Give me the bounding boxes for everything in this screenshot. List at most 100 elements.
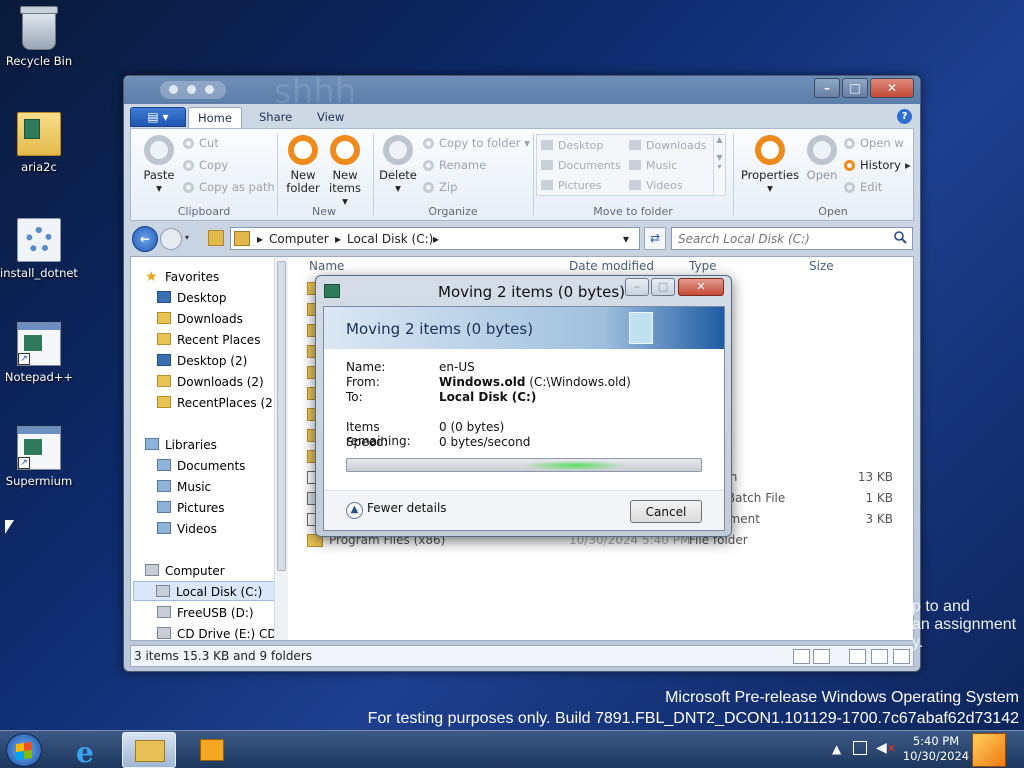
desktop-icon-notepadpp[interactable]: ↗ Notepad++ bbox=[0, 322, 78, 384]
zip-button[interactable]: Zip bbox=[423, 180, 457, 194]
volume-muted-icon[interactable]: ◀✕ bbox=[876, 740, 896, 756]
dialog-maximize-button[interactable]: □ bbox=[651, 278, 675, 296]
nav-computer-header[interactable]: Computer bbox=[145, 561, 274, 581]
preview-pane-icon[interactable] bbox=[813, 649, 830, 664]
nav-label: Downloads (2) bbox=[177, 375, 264, 389]
taskbar-internet-explorer[interactable]: e bbox=[62, 732, 116, 768]
gallery-scroll[interactable]: ▲ ▼ ▾ bbox=[713, 135, 725, 195]
gallery-item-pictures[interactable]: Pictures bbox=[541, 179, 602, 192]
details-view-icon[interactable] bbox=[793, 649, 810, 664]
from-folder-link[interactable]: Windows.old bbox=[439, 375, 525, 389]
cut-button[interactable]: Cut bbox=[183, 136, 219, 150]
pictures-icon bbox=[157, 501, 171, 513]
new-items-button[interactable]: New items ▾ bbox=[325, 135, 365, 208]
column-header-date-modified[interactable]: Date modified bbox=[569, 259, 654, 273]
minimize-button[interactable]: – bbox=[814, 78, 840, 98]
refresh-button[interactable]: ⇄ bbox=[644, 227, 666, 250]
open-button[interactable]: Open bbox=[803, 135, 841, 182]
network-icon[interactable] bbox=[853, 741, 867, 755]
nav-libraries-header[interactable]: Libraries bbox=[145, 435, 274, 455]
nav-label: Desktop (2) bbox=[177, 354, 248, 368]
address-dropdown-icon[interactable]: ▾ bbox=[623, 232, 629, 246]
move-to-folder-gallery[interactable]: Desktop Downloads Documents Music Pictur… bbox=[536, 134, 726, 196]
nav-item-desktop[interactable]: Desktop bbox=[157, 288, 274, 308]
taskbar-file-explorer[interactable] bbox=[122, 732, 176, 768]
large-icons-view-icon[interactable] bbox=[849, 649, 866, 664]
delete-button[interactable]: Delete ▾ bbox=[378, 135, 418, 195]
list-view-icon[interactable] bbox=[893, 649, 910, 664]
nav-pane-scrollbar[interactable] bbox=[274, 257, 288, 640]
documents-icon bbox=[157, 459, 171, 471]
nav-item-videos[interactable]: Videos bbox=[157, 519, 274, 539]
nav-item-downloads[interactable]: Downloads bbox=[157, 309, 274, 329]
column-header-size[interactable]: Size bbox=[809, 259, 834, 273]
dialog-close-button[interactable]: ✕ bbox=[678, 278, 724, 296]
gallery-item-music[interactable]: Music bbox=[629, 159, 677, 172]
back-button[interactable]: ← bbox=[132, 226, 158, 252]
maximize-button[interactable]: □ bbox=[842, 78, 868, 98]
help-icon[interactable]: ? bbox=[897, 109, 912, 124]
desktop-icon-supermium[interactable]: ↗ Supermium bbox=[0, 426, 78, 488]
open-with-button[interactable]: Open w bbox=[844, 136, 904, 150]
cancel-button[interactable]: Cancel bbox=[630, 500, 702, 523]
gallery-item-downloads[interactable]: Downloads bbox=[629, 139, 706, 152]
nav-item-downloads-2[interactable]: Downloads (2) bbox=[157, 372, 274, 392]
file-menu-button[interactable]: ▤ ▾ bbox=[130, 107, 186, 127]
edit-button[interactable]: Edit bbox=[844, 180, 882, 194]
column-header-type[interactable]: Type bbox=[689, 259, 717, 273]
copy-as-path-button[interactable]: Copy as path bbox=[183, 180, 275, 194]
tab-share[interactable]: Share bbox=[250, 107, 301, 128]
desktop-icon-aria2c[interactable]: aria2c bbox=[0, 112, 78, 174]
nav-item-freeusb[interactable]: FreeUSB (D:) bbox=[157, 603, 274, 623]
nav-favorites-header[interactable]: ★ Favorites bbox=[145, 267, 274, 287]
close-button[interactable]: ✕ bbox=[870, 78, 914, 98]
taskbar-media-player[interactable] bbox=[184, 732, 238, 768]
search-input[interactable] bbox=[678, 229, 883, 248]
quick-access-toolbar[interactable] bbox=[160, 81, 226, 99]
rename-label: Rename bbox=[439, 158, 487, 172]
rename-button[interactable]: Rename bbox=[423, 158, 486, 172]
breadcrumb-local-disk[interactable]: Local Disk (C:) bbox=[347, 232, 433, 246]
window-titlebar[interactable]: shhh – □ ✕ bbox=[124, 72, 920, 112]
show-hidden-icons-button[interactable]: ▲ bbox=[832, 742, 841, 756]
breadcrumb-computer[interactable]: Computer bbox=[269, 232, 329, 246]
desktop-icon-recycle-bin[interactable]: Recycle Bin bbox=[0, 6, 78, 68]
history-button[interactable]: History bbox=[844, 158, 901, 172]
gallery-item-videos[interactable]: Videos bbox=[629, 179, 683, 192]
new-folder-button[interactable]: New folder bbox=[281, 135, 325, 195]
gallery-item-desktop[interactable]: Desktop bbox=[541, 139, 603, 152]
column-header-name[interactable]: Name bbox=[309, 259, 344, 273]
nav-item-music[interactable]: Music bbox=[157, 477, 274, 497]
to-folder-link[interactable]: Local Disk (C:) bbox=[439, 390, 536, 404]
ribbon-scroll-right-icon[interactable]: ▸ bbox=[905, 158, 911, 172]
tiles-view-icon[interactable] bbox=[871, 649, 888, 664]
nav-item-desktop-2[interactable]: Desktop (2) bbox=[157, 351, 274, 371]
recent-locations-icon[interactable]: ▾ bbox=[185, 233, 189, 242]
nav-item-recent-places[interactable]: Recent Places bbox=[157, 330, 274, 350]
desktop-icon-label: Supermium bbox=[5, 474, 73, 488]
tab-home[interactable]: Home bbox=[188, 107, 242, 128]
nav-item-recentplaces-2[interactable]: RecentPlaces (2) bbox=[157, 393, 274, 413]
nav-item-local-disk[interactable]: Local Disk (C:) bbox=[133, 581, 274, 601]
nav-item-documents[interactable]: Documents bbox=[157, 456, 274, 476]
up-folder-icon[interactable] bbox=[208, 230, 224, 246]
dialog-minimize-button[interactable]: – bbox=[625, 278, 649, 296]
show-desktop-button[interactable] bbox=[972, 733, 1006, 767]
downloads-icon bbox=[629, 140, 641, 150]
taskbar-clock[interactable]: 5:40 PM 10/30/2024 bbox=[896, 734, 976, 764]
copy-button[interactable]: Copy bbox=[183, 158, 228, 172]
copy-to-folder-button[interactable]: Copy to folder ▾ bbox=[423, 136, 530, 150]
properties-button[interactable]: Properties ▾ bbox=[737, 135, 803, 195]
detail-label: From: bbox=[346, 375, 380, 389]
fewer-details-button[interactable]: ▲ Fewer details bbox=[346, 501, 447, 519]
desktop-icon-install-dotnet[interactable]: install_dotnet bbox=[0, 218, 78, 280]
paste-button[interactable]: Paste ▾ bbox=[139, 135, 179, 195]
gallery-item-documents[interactable]: Documents bbox=[541, 159, 621, 172]
address-bar[interactable]: ▸ Computer ▸ Local Disk (C:) ▸ ▾ bbox=[230, 227, 640, 250]
nav-item-cd-drive[interactable]: CD Drive (E:) CDF bbox=[157, 624, 274, 640]
nav-item-pictures[interactable]: Pictures bbox=[157, 498, 274, 518]
search-box[interactable] bbox=[671, 227, 913, 250]
forward-button[interactable] bbox=[160, 228, 182, 250]
start-button[interactable] bbox=[6, 733, 42, 767]
tab-view[interactable]: View bbox=[308, 107, 353, 128]
